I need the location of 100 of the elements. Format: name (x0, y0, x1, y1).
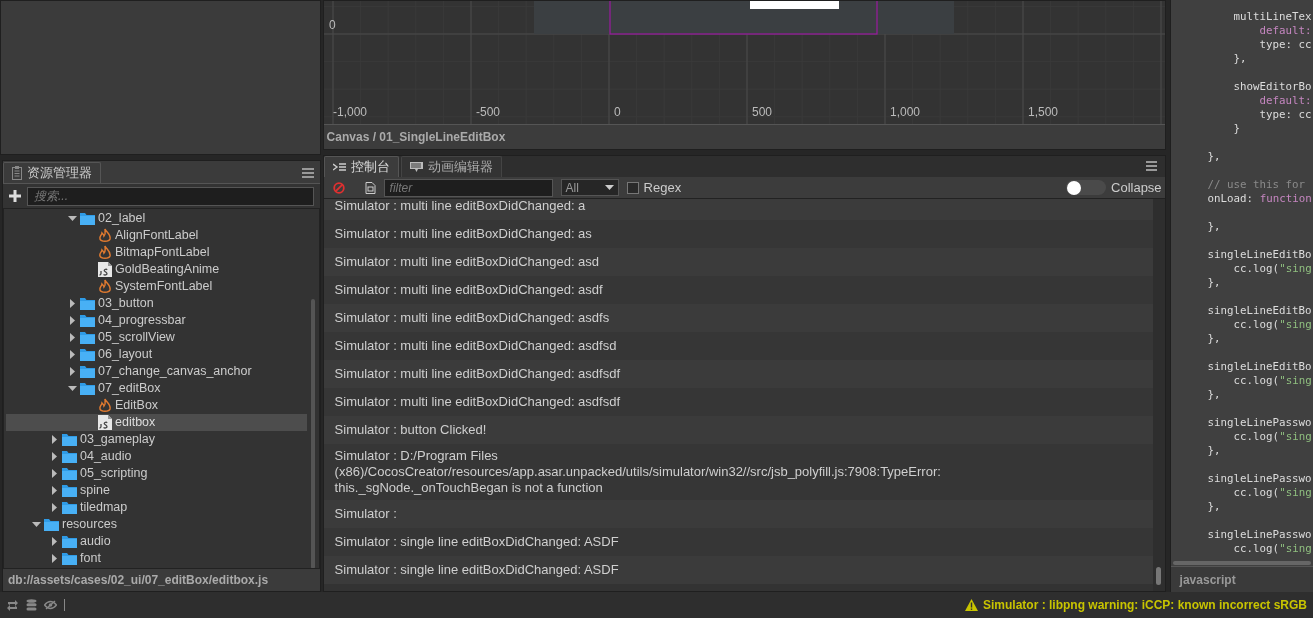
tree-item[interactable]: 04_progressbar (6, 312, 307, 329)
search-field[interactable]: 搜索... (27, 186, 314, 206)
code-line: cc.log("sing (1232, 486, 1312, 499)
folder-icon (80, 314, 95, 327)
tree-item[interactable]: EditBox (6, 397, 307, 414)
tree-item[interactable]: SystemFontLabel (6, 278, 307, 295)
node-rect[interactable] (749, 1, 839, 9)
collapse-arrow-icon (67, 386, 77, 391)
tree-item[interactable]: audio (6, 533, 307, 550)
code-line: cc.log("sing (1232, 542, 1312, 555)
code-line: }, (1206, 220, 1221, 233)
code-line: singleLinePasswo (1206, 416, 1312, 429)
folder-icon (80, 382, 95, 395)
log-message: Simulator : single line editBoxDidChanged: ASDF (334, 534, 619, 550)
folder-icon (62, 467, 77, 480)
folder-icon (62, 535, 77, 548)
tree-item[interactable]: GoldBeatingAnime (6, 261, 307, 278)
folder-icon (80, 365, 95, 378)
tree-item[interactable]: tiledmap (6, 499, 307, 516)
tree-item[interactable]: BitmapFontLabel (6, 244, 307, 261)
breadcrumb-text: Canvas / 01_SingleLineEditBox (323, 124, 1165, 149)
code-line: cc.log("sing (1232, 318, 1312, 331)
log-message: Simulator : D:/Program Files (x86)/CocosCreator/resources/app.asar.unpacked/utils/simulator/win32//src/jsb_polyfill.js:7908:TypeError: this._sgNode._onTouchBegan is not a function (334, 448, 942, 496)
tree-item[interactable]: editbox (6, 414, 307, 431)
tree-item[interactable]: AlignFontLabel (6, 227, 307, 244)
folder-icon (80, 212, 95, 225)
log-message: Simulator : multi line editBoxDidChanged: a (334, 199, 586, 214)
code-line: cc.log("sing (1232, 262, 1312, 275)
panel-tab[interactable]: 资源管理器 (3, 162, 101, 183)
tree-item[interactable]: 07_change_canvas_anchor (6, 363, 307, 380)
log-message: Simulator : multi line editBoxDidChanged: asdfsd (334, 338, 617, 354)
flame-icon (98, 228, 112, 243)
collapse-toggle[interactable] (1066, 180, 1106, 195)
tree-item[interactable]: 07_editBox (6, 380, 307, 397)
document-icon[interactable] (364, 181, 376, 194)
eye-slash-icon[interactable] (44, 600, 57, 610)
console-tab[interactable]: 动画编辑器 (400, 156, 502, 177)
tree-item[interactable]: 03_button (6, 295, 307, 312)
code-line: }, (1232, 52, 1247, 65)
folder-icon (62, 552, 77, 565)
folder-icon (44, 518, 59, 531)
code-line: }, (1206, 276, 1221, 289)
menu-icon[interactable] (301, 168, 314, 178)
status-message: Simulator : libpng warning: iCCP: known incorrect sRGB (982, 597, 1307, 614)
add-icon[interactable] (9, 190, 21, 202)
database-icon[interactable] (26, 599, 37, 611)
clear-icon[interactable] (332, 181, 345, 194)
tree-item[interactable]: 05_scrollView (6, 329, 307, 346)
code-line: multiLineTex (1232, 10, 1312, 23)
log-message: Simulator : button Clicked! (334, 422, 487, 438)
tree-item[interactable]: font (6, 550, 307, 567)
code-line: onLoad: function (1206, 192, 1312, 205)
code-line: }, (1206, 388, 1221, 401)
code-line: singleLineEditBo (1206, 360, 1312, 373)
tree-item[interactable]: 04_audio (6, 448, 307, 465)
log-message: Simulator : multi line editBoxDidChanged: asd (334, 254, 600, 270)
code-line: singleLineEditBo (1206, 248, 1312, 261)
tree-item[interactable]: 03_gameplay (6, 431, 307, 448)
scrollbar-thumb[interactable] (1155, 567, 1161, 585)
tree-item[interactable]: 02_label (6, 210, 307, 227)
folder-icon (62, 501, 77, 514)
log-message: Simulator : multi line editBoxDidChanged: asdfs (334, 310, 610, 326)
axis-label: 500 (751, 105, 772, 119)
axis-label: -500 (475, 105, 500, 119)
scrollbar-thumb[interactable] (310, 299, 315, 568)
refresh-icon[interactable] (6, 599, 19, 611)
log-message: Simulator : multi line editBoxDidChanged: asdfsdf (334, 394, 621, 410)
folder-icon (80, 331, 95, 344)
level-dropdown[interactable]: All (560, 179, 619, 196)
log-message: Simulator : multi line editBoxDidChanged: asdf (334, 282, 603, 298)
flame-icon (98, 245, 112, 260)
js-file-icon (98, 262, 112, 277)
toggle-label: Collapse (1111, 178, 1162, 197)
axis-label: 1,000 (889, 105, 920, 119)
tree-item[interactable]: 05_scripting (6, 465, 307, 482)
folder-icon (62, 433, 77, 446)
log-message: Simulator : multi line editBoxDidChanged: asdfsdf (334, 366, 621, 382)
regex-checkbox[interactable] (626, 181, 639, 194)
tree-item[interactable]: resources (6, 516, 307, 533)
code-line: }, (1206, 444, 1221, 457)
scene-view-drawing[interactable]: 0 -1,000 -500 0 500 1,000 1,500 (323, 1, 1165, 124)
warning-icon (964, 599, 978, 611)
axis-label: 0 (613, 105, 621, 119)
folder-icon (62, 450, 77, 463)
tree-item[interactable]: spine (6, 482, 307, 499)
log-message: Simulator : single line editBoxDidChanged: ASDF (334, 562, 619, 578)
flame-icon (98, 398, 112, 413)
code-line: }, (1206, 332, 1221, 345)
collapse-arrow-icon (31, 522, 41, 527)
code-line: type: cc (1258, 38, 1312, 51)
code-line: showEditorBo (1232, 80, 1312, 93)
tree-item[interactable]: 06_layout (6, 346, 307, 363)
collapse-arrow-icon (67, 216, 77, 221)
code-line: singleLinePasswo (1206, 472, 1312, 485)
console-tab[interactable]: 控制台 (323, 156, 399, 177)
code-line: singleLinePasswo (1206, 528, 1312, 541)
menu-icon[interactable] (1145, 161, 1157, 171)
axis-label: -1,000 (332, 105, 367, 119)
filter-field[interactable]: filter (383, 178, 553, 197)
folder-icon (80, 297, 95, 310)
